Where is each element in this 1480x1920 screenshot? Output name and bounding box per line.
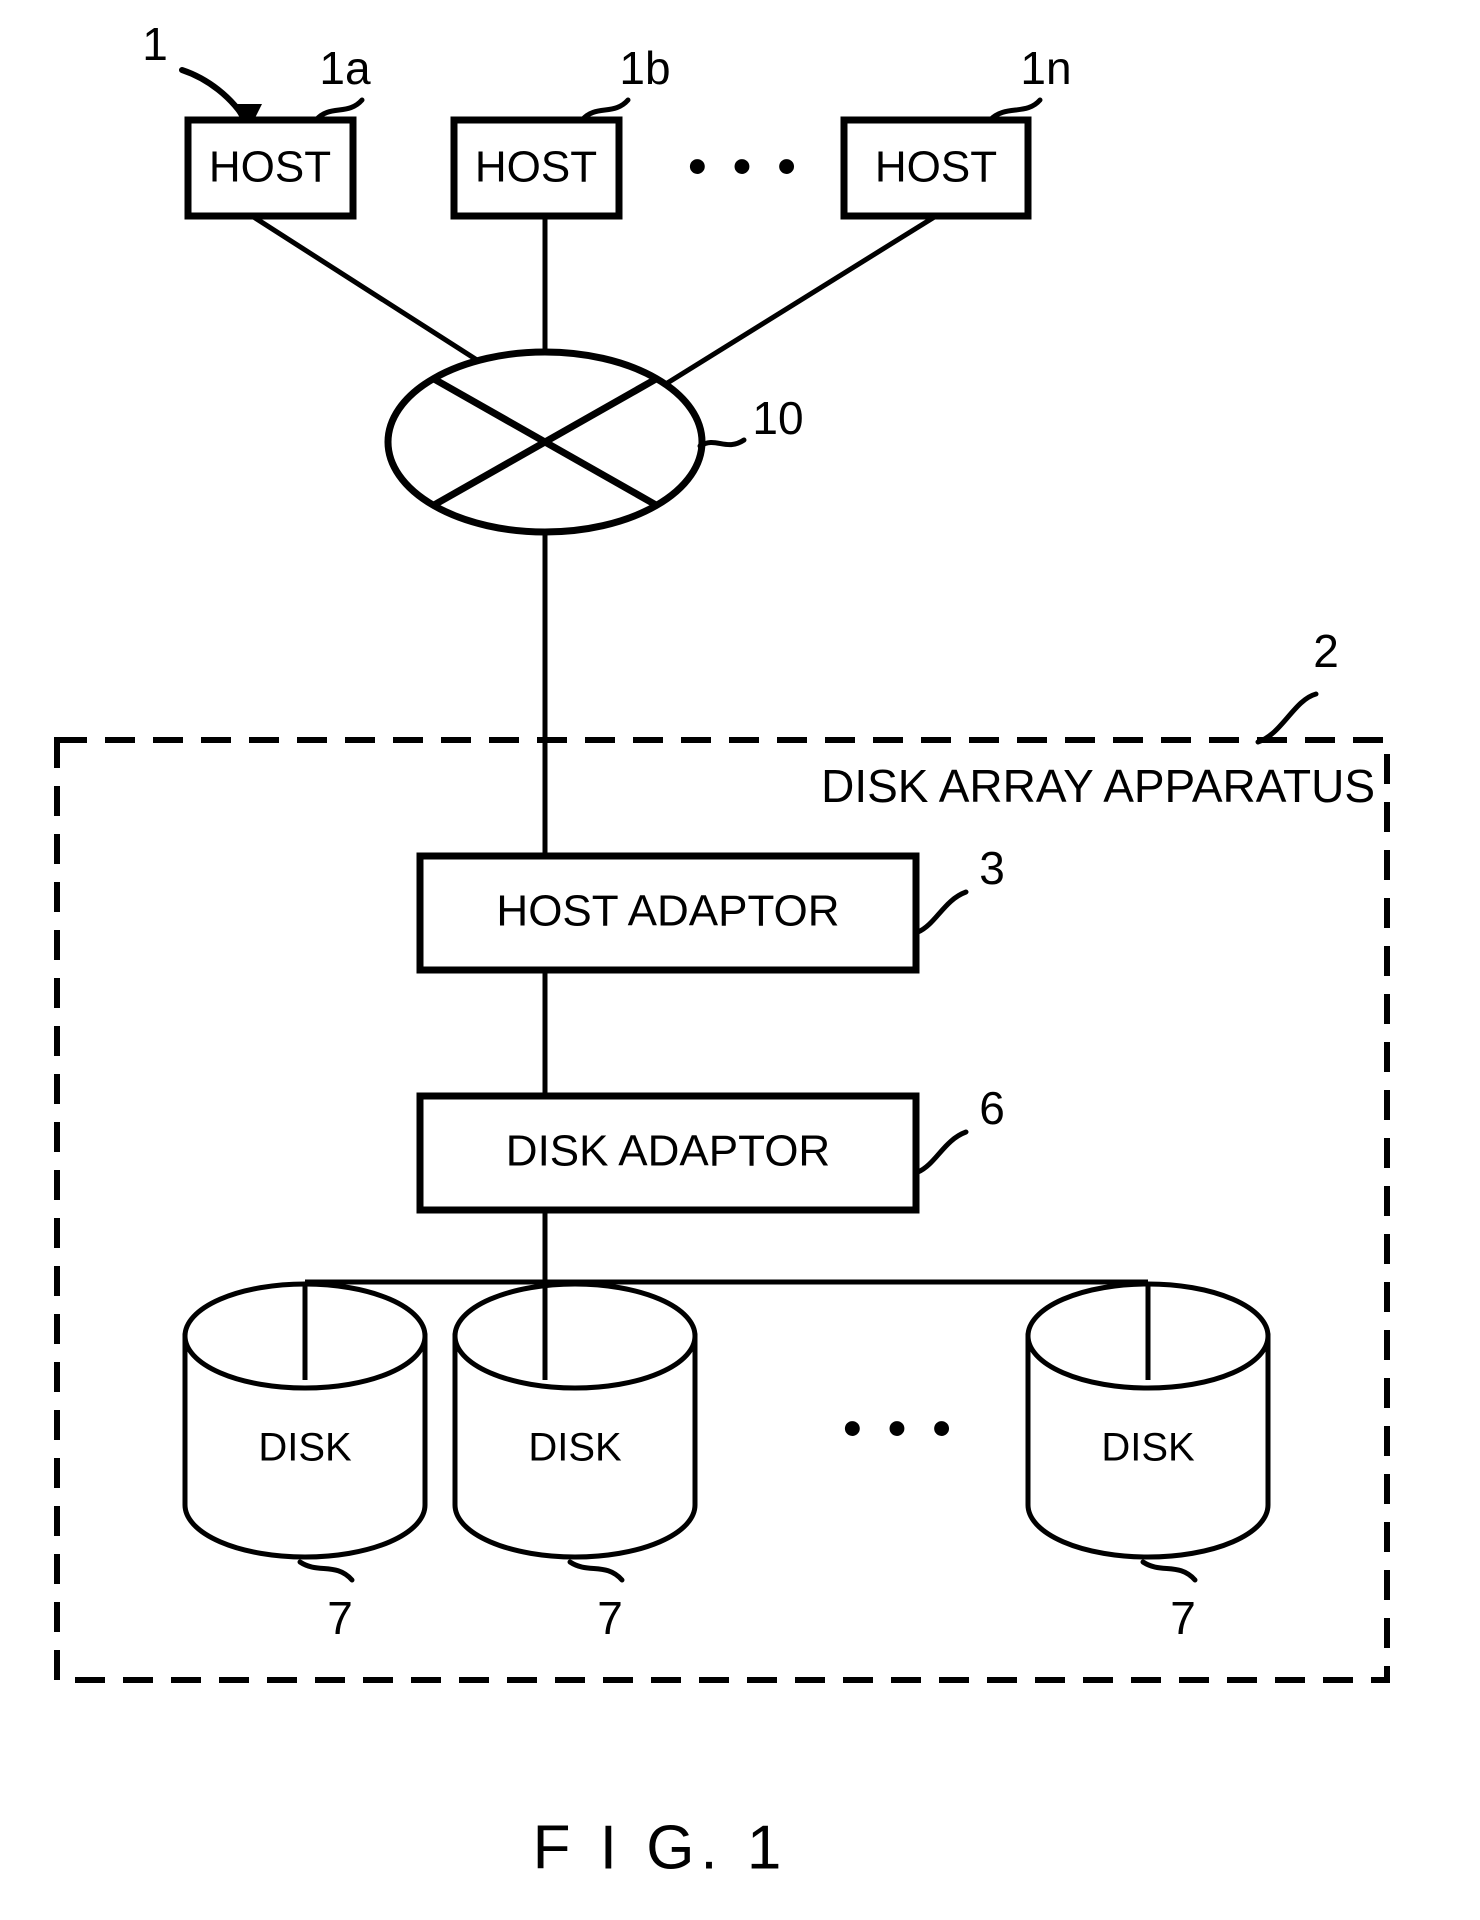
leader-host-adaptor-3: [915, 889, 969, 935]
host-box-1-label: HOST: [209, 143, 331, 192]
ref-label-host-1b: 1b: [619, 42, 670, 94]
disk-adaptor-label: DISK ADAPTOR: [506, 1127, 830, 1176]
disk-cylinder-2-label: DISK: [528, 1426, 622, 1470]
disk-cylinder-2[interactable]: DISK: [452, 1281, 698, 1560]
leader-disk-adaptor-6: [915, 1129, 969, 1175]
leader-network-10: [697, 437, 747, 449]
ref-label-disk-2: 7: [597, 1592, 623, 1644]
ref-label-host-adaptor: 3: [979, 842, 1005, 894]
patent-diagram: 1 HOST 1a HOST 1b • • • HOST 1n 10 2 DIS…: [54, 18, 1390, 1882]
ref-label-disk-3: 7: [1170, 1592, 1196, 1644]
apparatus-title: DISK ARRAY APPARATUS: [821, 760, 1375, 812]
disk-cylinder-3-label: DISK: [1101, 1426, 1195, 1470]
ref-label-host-1n: 1n: [1020, 42, 1071, 94]
leader-disk-2-7: [567, 1559, 625, 1583]
ref-label-hosts-group: 1: [142, 18, 168, 70]
disk-cylinder-2-top: [452, 1281, 698, 1391]
host-box-3-label: HOST: [875, 143, 997, 192]
ref-label-disk-adaptor: 6: [979, 1082, 1005, 1134]
ref-label-network: 10: [752, 392, 803, 444]
leader-disk-1-7: [297, 1559, 355, 1583]
disks-ellipsis: • • •: [843, 1400, 957, 1458]
group-arrow-curve: [179, 67, 251, 127]
disk-cylinder-1-label: DISK: [258, 1426, 352, 1470]
figure-caption: F I G. 1: [533, 1813, 788, 1882]
ref-label-disk-1: 7: [327, 1592, 353, 1644]
leader-disk-3-7: [1140, 1559, 1198, 1583]
host-box-2-label: HOST: [475, 143, 597, 192]
ref-label-host-1a: 1a: [319, 42, 371, 94]
host-adaptor-label: HOST ADAPTOR: [496, 887, 839, 936]
ref-label-apparatus: 2: [1313, 625, 1339, 677]
hosts-ellipsis: • • •: [688, 138, 802, 196]
figure-root: 1 HOST 1a HOST 1b • • • HOST 1n 10 2 DIS…: [0, 0, 1480, 1920]
leader-apparatus-2: [1255, 691, 1319, 745]
